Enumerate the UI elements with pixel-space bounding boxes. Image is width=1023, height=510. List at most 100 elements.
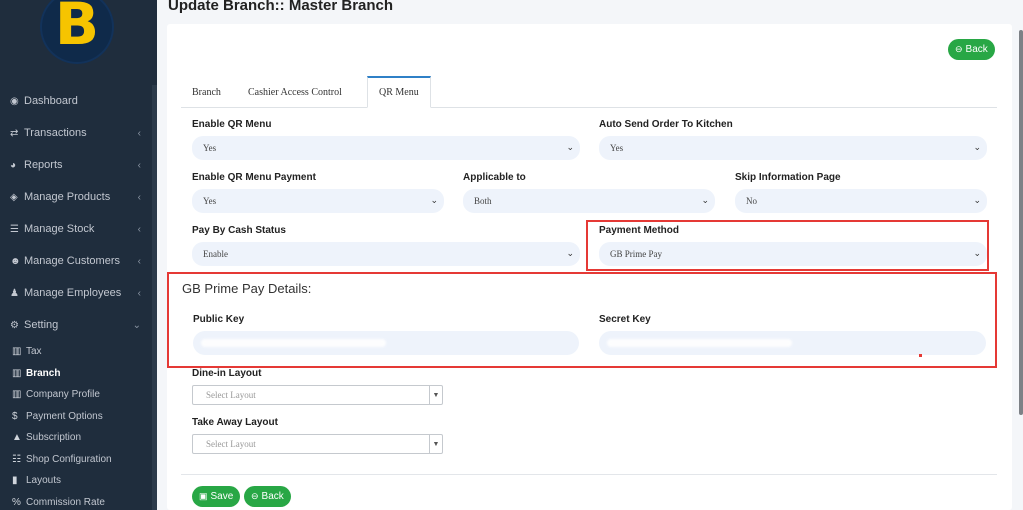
sidebar-item-manage-products[interactable]: ◈ Manage Products ‹: [0, 181, 157, 213]
chevron-down-icon: ⌄: [973, 248, 981, 258]
enable-qr-payment-label: Enable QR Menu Payment: [192, 172, 316, 183]
payment-method-label: Payment Method: [599, 225, 680, 236]
auto-send-order-label: Auto Send Order To Kitchen: [599, 119, 733, 130]
applicable-to-select[interactable]: Both ⌄: [463, 189, 715, 213]
sidebar-subitem-label: Subscription: [26, 432, 82, 444]
database-icon: ☰: [10, 223, 19, 235]
payment-method-select[interactable]: GB Prime Pay ⌄: [599, 242, 987, 266]
save-icon: ▣: [199, 491, 208, 501]
footer-divider: [181, 474, 997, 475]
sidebar-subitem-tax[interactable]: ▥ Tax: [0, 341, 157, 363]
secret-key-input[interactable]: [599, 331, 986, 355]
redacted-value: [607, 339, 792, 347]
pay-by-cash-select[interactable]: Enable ⌄: [192, 242, 580, 266]
skip-info-page-select[interactable]: No ⌄: [735, 189, 987, 213]
auto-send-order-select[interactable]: Yes ⌄: [599, 136, 987, 160]
sidebar-subitem-label: Company Profile: [26, 389, 100, 401]
exchange-icon: ⇄: [10, 127, 19, 139]
chevron-left-icon: ‹: [137, 191, 141, 203]
page-title: Update Branch:: Master Branch: [168, 0, 394, 14]
list-icon: ☷: [12, 453, 21, 465]
caret-down-icon: ▼: [429, 386, 442, 404]
sidebar-subitem-payment-options[interactable]: $ Payment Options: [0, 406, 157, 428]
annotation-dot: [919, 354, 922, 357]
logo-letter: B: [54, 0, 100, 58]
chevron-down-icon: ⌄: [132, 319, 141, 331]
form-card: ⊖ Back Branch Cashier Access Control QR …: [167, 24, 1012, 510]
sidebar-item-manage-stock[interactable]: ☰ Manage Stock ‹: [0, 213, 157, 245]
applicable-to-label: Applicable to: [463, 172, 526, 183]
take-away-layout-select[interactable]: Select Layout ▼: [192, 434, 443, 454]
sidebar-item-label: Manage Employees: [24, 287, 122, 299]
circle-arrow-left-icon: ⊖: [251, 491, 259, 501]
chevron-left-icon: ‹: [137, 159, 141, 171]
sidebar-item-dashboard[interactable]: ◉ Dashboard: [0, 85, 157, 117]
sidebar-item-label: Dashboard: [24, 95, 78, 107]
brand-logo[interactable]: B: [42, 0, 112, 62]
sidebar-subitem-label: Payment Options: [26, 410, 103, 422]
tab-qr-menu[interactable]: QR Menu: [367, 76, 431, 108]
page-header: Update Branch:: Master Branch: [157, 0, 1023, 22]
tab-branch[interactable]: Branch: [181, 76, 232, 108]
sidebar-item-transactions[interactable]: ⇄ Transactions ‹: [0, 117, 157, 149]
public-key-input[interactable]: [193, 331, 579, 355]
page-scrollbar[interactable]: [1019, 30, 1023, 415]
enable-qr-menu-label: Enable QR Menu: [192, 119, 272, 130]
percent-icon: %: [12, 496, 21, 508]
chevron-down-icon: ⌄: [701, 195, 709, 205]
sidebar: B ◉ Dashboard ⇄ Transactions ‹ ◕ Reports…: [0, 0, 157, 510]
cube-icon: ◈: [10, 191, 18, 203]
save-button[interactable]: ▣ Save: [192, 486, 241, 507]
enable-qr-menu-value: Yes: [203, 143, 217, 153]
take-away-layout-label: Take Away Layout: [192, 417, 278, 428]
tab-cashier-access-control[interactable]: Cashier Access Control: [237, 76, 353, 108]
dollar-icon: $: [12, 410, 18, 422]
back-button-label: Back: [965, 44, 988, 55]
bank-icon: ▥: [12, 367, 22, 379]
circle-arrow-left-icon: ⊖: [955, 44, 963, 54]
sidebar-subitem-layouts[interactable]: ▮ Layouts: [0, 470, 157, 492]
user-icon: ♟: [10, 287, 19, 299]
skip-info-page-label: Skip Information Page: [735, 172, 841, 183]
sidebar-scrollbar[interactable]: [152, 85, 157, 510]
file-icon: ▮: [12, 475, 18, 487]
sidebar-item-setting[interactable]: ⚙ Setting ⌄: [0, 309, 157, 341]
sidebar-subitem-commission-rate[interactable]: % Commission Rate: [0, 492, 157, 510]
sidebar-subitem-company-profile[interactable]: ▥ Company Profile: [0, 384, 157, 406]
dine-in-layout-placeholder: Select Layout: [206, 390, 256, 400]
subscription-icon: ▲: [12, 432, 22, 444]
chevron-left-icon: ‹: [137, 127, 141, 139]
sidebar-subitem-label: Tax: [26, 346, 42, 358]
chevron-left-icon: ‹: [137, 287, 141, 299]
dine-in-layout-select[interactable]: Select Layout ▼: [192, 385, 443, 405]
sidebar-item-label: Reports: [24, 159, 63, 171]
enable-qr-menu-select[interactable]: Yes ⌄: [192, 136, 580, 160]
sidebar-item-manage-employees[interactable]: ♟ Manage Employees ‹: [0, 277, 157, 309]
sidebar-item-label: Manage Customers: [24, 255, 120, 267]
enable-qr-payment-value: Yes: [203, 196, 217, 206]
back-button[interactable]: ⊖ Back: [948, 39, 995, 60]
chevron-down-icon: ⌄: [430, 195, 438, 205]
sidebar-item-manage-customers[interactable]: ☻ Manage Customers ‹: [0, 245, 157, 277]
skip-info-page-value: No: [746, 196, 757, 206]
chevron-down-icon: ⌄: [566, 248, 574, 258]
chevron-left-icon: ‹: [137, 255, 141, 267]
enable-qr-payment-select[interactable]: Yes ⌄: [192, 189, 444, 213]
sidebar-item-reports[interactable]: ◕ Reports ‹: [0, 149, 157, 181]
sidebar-item-label: Setting: [24, 319, 59, 331]
payment-method-value: GB Prime Pay: [610, 249, 663, 259]
pay-by-cash-label: Pay By Cash Status: [192, 225, 286, 236]
sidebar-subitem-subscription[interactable]: ▲ Subscription: [0, 427, 157, 449]
chevron-down-icon: ⌄: [566, 142, 574, 152]
chevron-down-icon: ⌄: [973, 142, 981, 152]
chevron-down-icon: ⌄: [973, 195, 981, 205]
sidebar-subitem-shop-configuration[interactable]: ☷ Shop Configuration: [0, 449, 157, 471]
sidebar-subitem-branch[interactable]: ▥ Branch: [0, 363, 157, 385]
cogs-icon: ⚙: [10, 319, 19, 331]
caret-down-icon: ▼: [429, 435, 442, 453]
users-icon: ☻: [10, 255, 21, 267]
bank-icon: ▥: [12, 346, 22, 358]
tab-bar: Branch Cashier Access Control QR Menu: [181, 76, 997, 108]
back-button-bottom[interactable]: ⊖ Back: [244, 486, 291, 507]
sidebar-subitem-label: Branch: [26, 367, 61, 379]
